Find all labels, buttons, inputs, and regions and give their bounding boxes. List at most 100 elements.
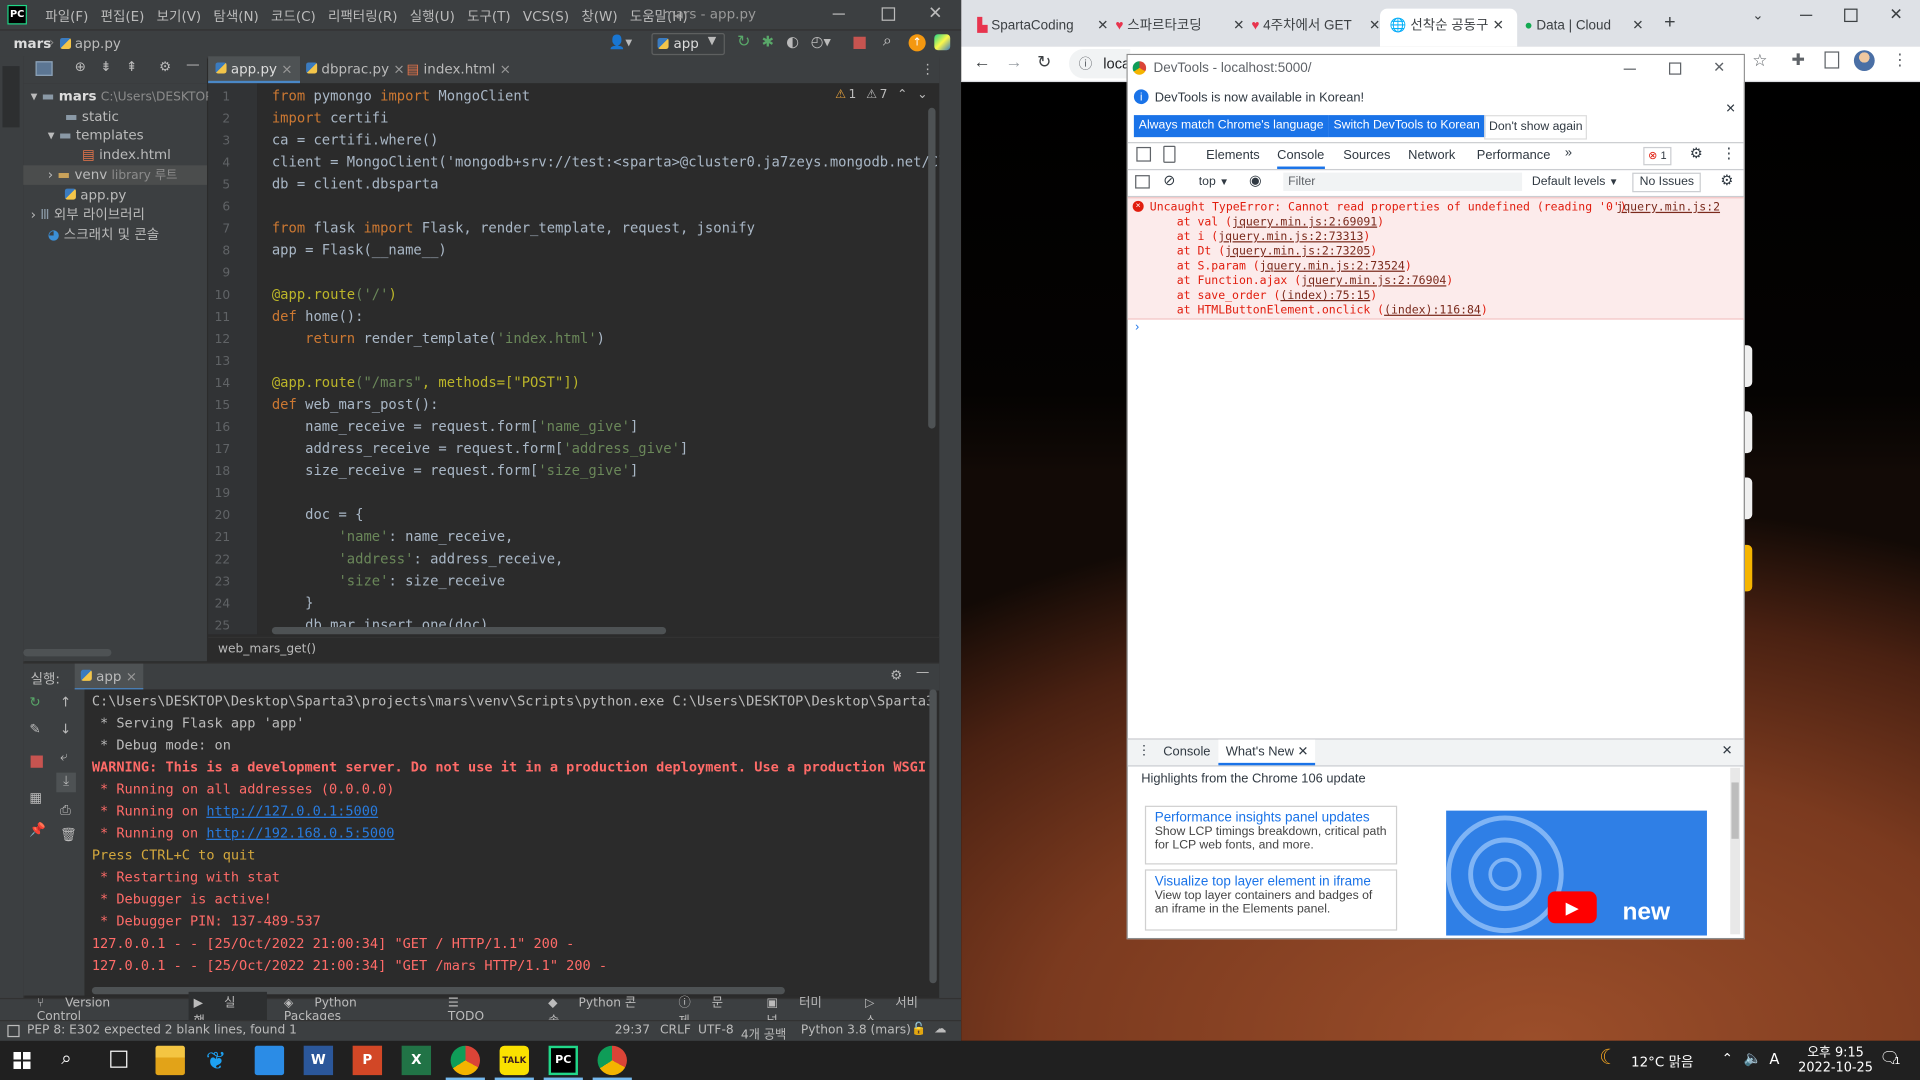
close-icon[interactable]: ✕: [1493, 9, 1504, 43]
reload-icon[interactable]: ↻: [1037, 51, 1051, 72]
collapse-all-icon[interactable]: ⇞: [126, 59, 137, 75]
sidebar-toggle-icon[interactable]: [1135, 175, 1150, 189]
tab-console[interactable]: Console: [1277, 148, 1325, 169]
stack-frame-link[interactable]: jquery.min.js:2:73313: [1218, 230, 1363, 243]
stack-frame-link[interactable]: jquery.min.js:2:69091: [1232, 216, 1377, 229]
address-bar[interactable]: ⓘ loca: [1068, 48, 1130, 79]
minimize-icon[interactable]: [1623, 68, 1636, 70]
windows-start-icon[interactable]: [13, 1051, 31, 1069]
stack-frame-link[interactable]: jquery.min.js:2:76904: [1301, 274, 1446, 287]
tree-item-mars[interactable]: ▾ ▬ mars C:\Users\DESKTOP: [31, 87, 213, 107]
task-view-icon[interactable]: [110, 1050, 128, 1068]
menu-run[interactable]: 실행(U): [410, 6, 455, 26]
browser-tab[interactable]: ♥ 스파르타코딩 ✕: [1116, 9, 1246, 47]
update-icon[interactable]: ↑: [908, 34, 926, 52]
console-v-scrollbar[interactable]: [929, 689, 937, 984]
close-icon[interactable]: ✕: [1233, 9, 1244, 43]
tree-item-scratches[interactable]: ◕ 스크래치 및 콘솔: [48, 225, 159, 245]
clock-time[interactable]: 오후 9:15: [1800, 1043, 1871, 1061]
console-link[interactable]: http://192.168.0.5:5000: [206, 825, 394, 841]
back-icon[interactable]: ←: [973, 51, 990, 71]
scroll-to-end-icon[interactable]: ⤓: [56, 772, 76, 793]
database-tool-tab[interactable]: [943, 69, 958, 167]
stack-frame-link[interactable]: jquery.min.js:2:73524: [1260, 260, 1405, 273]
inspect-element-icon[interactable]: [1136, 146, 1152, 162]
forward-icon[interactable]: →: [1005, 51, 1022, 71]
close-icon[interactable]: ✕: [1632, 9, 1643, 43]
menu-vcs[interactable]: VCS(S): [523, 8, 569, 24]
profile-icon[interactable]: ◴▾: [811, 33, 831, 50]
sciview-tool-tab[interactable]: [943, 179, 958, 240]
hide-icon[interactable]: —: [186, 56, 199, 72]
horizontal-scrollbar[interactable]: [23, 648, 112, 657]
gear-icon[interactable]: ⚙: [159, 59, 171, 75]
hide-icon[interactable]: —: [916, 664, 929, 680]
dont-show-again-button[interactable]: Don't show again: [1484, 115, 1588, 140]
tab-elements[interactable]: Elements: [1206, 148, 1260, 163]
bookmarks-tool-tab[interactable]: [4, 932, 19, 981]
wrench-icon[interactable]: ✎: [29, 721, 40, 737]
excel-icon[interactable]: X: [401, 1045, 432, 1076]
weather-text[interactable]: 12°C 맑음: [1631, 1052, 1693, 1072]
tree-item-app-py[interactable]: app.py: [64, 186, 126, 206]
error-source-link[interactable]: jquery.min.js:2: [1616, 201, 1720, 214]
status-message[interactable]: PEP 8: E302 expected 2 blank lines, foun…: [27, 1024, 297, 1037]
avatar[interactable]: [1853, 50, 1875, 72]
maximize-icon[interactable]: [1844, 8, 1858, 23]
run-tab[interactable]: app ×: [74, 663, 144, 691]
always-match-language-button[interactable]: Always match Chrome's language: [1133, 115, 1329, 138]
locate-icon[interactable]: ⊕: [75, 59, 86, 75]
status-indent[interactable]: 4개 공백: [741, 1024, 786, 1042]
whats-new-card[interactable]: Performance insights panel updates Show …: [1144, 805, 1398, 865]
menu-window[interactable]: 창(W): [581, 6, 617, 26]
drawer-tab-console[interactable]: Console: [1163, 744, 1210, 759]
close-icon[interactable]: ✕: [1369, 9, 1380, 43]
log-levels-select[interactable]: Default levels ▼: [1532, 175, 1619, 188]
print-icon[interactable]: ⎙: [60, 802, 71, 819]
plugin-icon[interactable]: [934, 34, 951, 51]
code-breadcrumb[interactable]: web_mars_get(): [218, 643, 316, 656]
menu-refactor[interactable]: 리팩터링(R): [328, 6, 397, 26]
drawer-scrollbar[interactable]: [1730, 767, 1741, 935]
error-count-badge[interactable]: ⊗ 1: [1643, 146, 1672, 166]
menu-tools[interactable]: 도구(T): [467, 6, 511, 26]
bookmark-star-icon[interactable]: ☆: [1752, 50, 1767, 71]
tree-item-templates[interactable]: ▾ ▬ templates: [48, 126, 144, 146]
status-caret-position[interactable]: 29:37: [615, 1024, 650, 1037]
clear-console-icon[interactable]: ⊘: [1163, 171, 1175, 188]
chevron-down-icon[interactable]: ⌄: [917, 88, 927, 101]
status-line-separator[interactable]: CRLF: [660, 1024, 691, 1037]
browser-tab[interactable]: ♥ 4주차에서 GET ✕: [1251, 9, 1381, 47]
project-tool-tab[interactable]: [2, 66, 20, 128]
issues-button[interactable]: No Issues: [1632, 172, 1702, 193]
editor-v-scrollbar[interactable]: [928, 107, 936, 429]
search-icon[interactable]: ⌕: [883, 32, 892, 50]
browser-tab-active[interactable]: 🌐 선착순 공동구 ✕: [1380, 8, 1518, 47]
debug-icon[interactable]: ✱: [762, 33, 774, 50]
drawer-scroll-thumb[interactable]: [1731, 782, 1739, 839]
new-tab-icon[interactable]: +: [1664, 12, 1675, 34]
whats-new-card[interactable]: Visualize top layer element in iframe Vi…: [1144, 869, 1398, 931]
rerun-icon[interactable]: ↻: [737, 33, 750, 51]
stack-frame-link[interactable]: (index):75:15: [1280, 289, 1370, 302]
code-editor[interactable]: from pymongo import MongoClient import ce…: [257, 83, 940, 635]
close-icon[interactable]: ✕: [1713, 59, 1725, 76]
tab-search-icon[interactable]: ⌄: [1752, 7, 1763, 24]
gear-icon[interactable]: ⚙: [1690, 144, 1703, 161]
inspection-widget[interactable]: ⚠ 1 ⚠ 7 ⌃ ⌄: [835, 88, 927, 101]
live-expression-eye-icon[interactable]: ◉: [1249, 171, 1262, 188]
close-icon[interactable]: ×: [500, 61, 511, 77]
console-settings-gear-icon[interactable]: ⚙: [1720, 171, 1733, 188]
clock-date[interactable]: 2022-10-25: [1793, 1060, 1879, 1075]
stop-icon[interactable]: [853, 36, 866, 49]
close-icon[interactable]: ×: [126, 669, 137, 685]
browser-tab[interactable]: ● Data | Cloud ✕: [1525, 9, 1655, 47]
context-selector[interactable]: top ▼: [1199, 175, 1229, 188]
word-icon[interactable]: W: [303, 1045, 334, 1076]
trash-icon[interactable]: 🗑: [60, 827, 77, 843]
coverage-icon[interactable]: ◐: [786, 33, 799, 50]
chrome-menu-icon[interactable]: ⋮: [1892, 50, 1908, 70]
chrome-icon[interactable]: [597, 1045, 627, 1076]
pin-icon[interactable]: 📌: [29, 822, 46, 838]
tab-index-html[interactable]: ▤ index.html ×: [399, 56, 518, 83]
